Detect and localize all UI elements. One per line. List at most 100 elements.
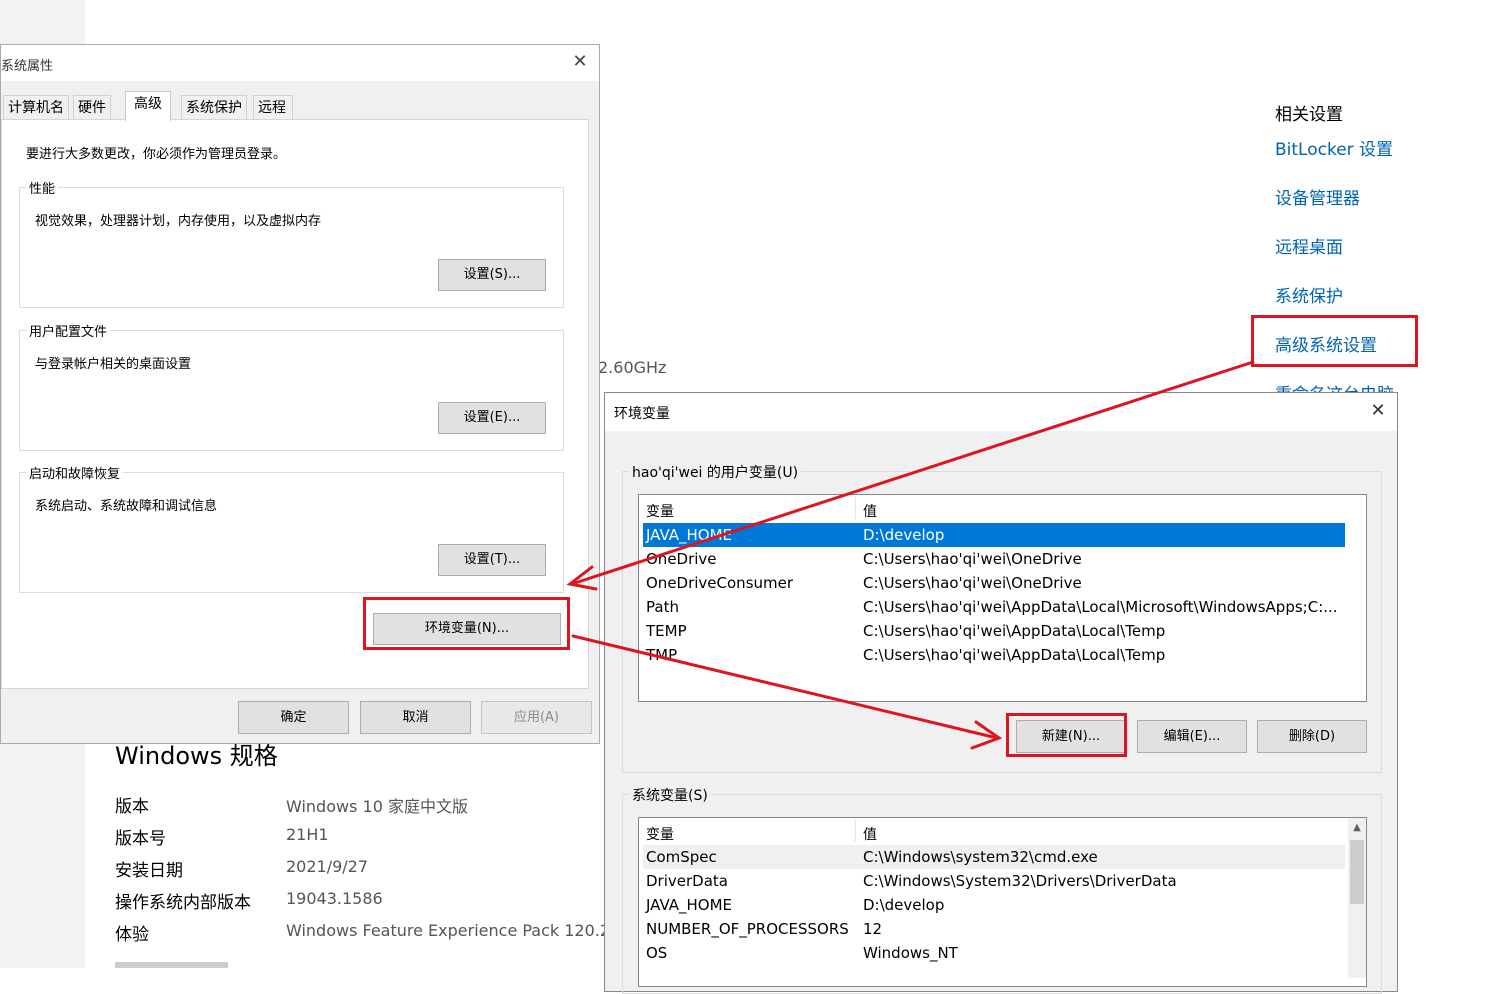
- user-profiles-group: 用户配置文件 与登录帐户相关的桌面设置 设置(E)...: [19, 321, 564, 451]
- spec-value-install-date: 2021/9/27: [286, 857, 369, 876]
- highlight-env-button: [363, 597, 570, 650]
- var-name: NUMBER_OF_PROCESSORS: [646, 920, 849, 938]
- performance-settings-button[interactable]: 设置(S)...: [438, 259, 546, 291]
- table-row[interactable]: NUMBER_OF_PROCESSORS 12: [643, 917, 1345, 941]
- column-header-value[interactable]: 值: [863, 501, 877, 521]
- spec-value-os-build: 19043.1586: [286, 889, 383, 908]
- startup-recovery-group: 启动和故障恢复 系统启动、系统故障和调试信息 设置(T)...: [19, 463, 564, 593]
- tab-system-protection[interactable]: 系统保护: [181, 95, 247, 120]
- var-value: C:\Users\hao'qi'wei\OneDrive: [863, 550, 1082, 568]
- edit-variable-button[interactable]: 编辑(E)...: [1137, 720, 1247, 753]
- table-row[interactable]: DriverData C:\Windows\System32\Drivers\D…: [643, 869, 1345, 893]
- var-value: C:\Users\hao'qi'wei\AppData\Local\Temp: [863, 646, 1166, 664]
- spec-value-version: 21H1: [286, 825, 329, 844]
- var-name: DriverData: [646, 872, 728, 890]
- var-value: C:\Windows\system32\cmd.exe: [863, 848, 1098, 866]
- related-settings-title: 相关设置: [1275, 105, 1343, 125]
- group-title: hao'qi'wei 的用户变量(U): [629, 462, 802, 482]
- link-device-manager[interactable]: 设备管理器: [1275, 184, 1360, 209]
- dialog-title: 系统属性: [1, 59, 54, 74]
- link-remote-desktop[interactable]: 远程桌面: [1275, 233, 1343, 258]
- spec-label-edition: 版本: [115, 797, 149, 817]
- environment-variables-dialog: 环境变量 ✕ hao'qi'wei 的用户变量(U) 变量 值 JAVA_HOM…: [604, 392, 1398, 994]
- table-row[interactable]: TEMP C:\Users\hao'qi'wei\AppData\Local\T…: [643, 619, 1345, 643]
- table-row[interactable]: JAVA_HOME D:\develop: [643, 893, 1345, 917]
- var-name: TEMP: [646, 622, 687, 640]
- var-name: OneDriveConsumer: [646, 574, 794, 592]
- var-name: JAVA_HOME: [646, 526, 733, 544]
- close-icon[interactable]: ✕: [1367, 400, 1389, 421]
- table-row[interactable]: JAVA_HOME D:\develop: [643, 523, 1345, 547]
- var-name: TMP: [646, 646, 678, 664]
- scroll-thumb[interactable]: [1350, 840, 1364, 904]
- list-header: 变量 值: [639, 495, 1366, 521]
- var-value: D:\develop: [863, 896, 945, 914]
- column-separator: [855, 497, 856, 519]
- title-bar: 系统属性 ✕: [1, 45, 599, 81]
- dialog-title: 环境变量: [614, 406, 670, 422]
- column-header-variable[interactable]: 变量: [646, 501, 674, 521]
- spec-label-os-build: 操作系统内部版本: [115, 893, 251, 913]
- copy-button-stub[interactable]: [115, 962, 228, 968]
- scroll-up-icon[interactable]: ▲: [1348, 818, 1366, 838]
- column-header-variable[interactable]: 变量: [646, 824, 674, 844]
- performance-group: 性能 视觉效果，处理器计划，内存使用，以及虚拟内存 设置(S)...: [19, 178, 564, 308]
- admin-note: 要进行大多数更改，你必须作为管理员登录。: [26, 147, 287, 162]
- user-variables-list[interactable]: 变量 值 JAVA_HOME D:\develop OneDrive C:\Us…: [638, 494, 1367, 702]
- var-value: C:\Users\hao'qi'wei\AppData\Local\Micros…: [863, 598, 1338, 616]
- group-description: 系统启动、系统故障和调试信息: [35, 499, 218, 514]
- group-title: 用户配置文件: [26, 321, 111, 340]
- close-icon[interactable]: ✕: [569, 51, 591, 72]
- group-title: 启动和故障恢复: [26, 463, 124, 482]
- spec-value-experience: Windows Feature Experience Pack 120.221: [286, 921, 631, 940]
- spec-label-experience: 体验: [115, 925, 149, 945]
- var-value: Windows_NT: [863, 944, 958, 962]
- column-header-value[interactable]: 值: [863, 824, 877, 844]
- var-name: OneDrive: [646, 550, 717, 568]
- table-row[interactable]: ComSpec C:\Windows\system32\cmd.exe: [643, 845, 1345, 869]
- column-separator: [855, 820, 856, 842]
- ok-button[interactable]: 确定: [238, 701, 349, 734]
- table-row[interactable]: OneDriveConsumer C:\Users\hao'qi'wei\One…: [643, 571, 1345, 595]
- group-description: 视觉效果，处理器计划，内存使用，以及虚拟内存: [35, 214, 322, 229]
- var-value: D:\develop: [863, 526, 945, 544]
- list-header: 变量 值: [639, 818, 1366, 844]
- title-bar: 环境变量 ✕: [605, 393, 1397, 431]
- tab-advanced[interactable]: 高级: [125, 91, 171, 121]
- delete-variable-button[interactable]: 删除(D): [1257, 720, 1367, 753]
- spec-label-version: 版本号: [115, 829, 166, 849]
- var-name: JAVA_HOME: [646, 896, 733, 914]
- var-name: OS: [646, 944, 668, 962]
- startup-recovery-settings-button[interactable]: 设置(T)...: [438, 544, 546, 576]
- system-variables-group: 系统变量(S) 变量 值 ComSpec C:\Windows\system32…: [622, 785, 1382, 994]
- link-bitlocker[interactable]: BitLocker 设置: [1275, 135, 1393, 160]
- group-title: 性能: [26, 178, 59, 197]
- var-value: C:\Users\hao'qi'wei\AppData\Local\Temp: [863, 622, 1166, 640]
- table-row[interactable]: TMP C:\Users\hao'qi'wei\AppData\Local\Te…: [643, 643, 1345, 667]
- table-row[interactable]: OS Windows_NT: [643, 941, 1345, 965]
- spec-label-install-date: 安装日期: [115, 861, 183, 881]
- processor-speed-text: 2.60GHz: [598, 358, 667, 377]
- highlight-advanced-settings: [1251, 315, 1418, 367]
- user-variables-group: hao'qi'wei 的用户变量(U) 变量 值 JAVA_HOME D:\de…: [622, 462, 1382, 773]
- tab-hardware[interactable]: 硬件: [73, 95, 111, 120]
- group-description: 与登录帐户相关的桌面设置: [35, 357, 192, 372]
- apply-button: 应用(A): [481, 701, 592, 734]
- var-value: C:\Windows\System32\Drivers\DriverData: [863, 872, 1177, 890]
- spec-value-edition: Windows 10 家庭中文版: [286, 797, 468, 816]
- var-name: ComSpec: [646, 848, 717, 866]
- cancel-button[interactable]: 取消: [360, 701, 471, 734]
- link-system-protection[interactable]: 系统保护: [1275, 282, 1343, 307]
- highlight-new-button: [1006, 713, 1127, 757]
- table-row[interactable]: Path C:\Users\hao'qi'wei\AppData\Local\M…: [643, 595, 1345, 619]
- var-value: C:\Users\hao'qi'wei\OneDrive: [863, 574, 1082, 592]
- vertical-scrollbar[interactable]: ▲: [1348, 818, 1366, 978]
- tab-remote[interactable]: 远程: [253, 95, 293, 120]
- system-variables-list[interactable]: 变量 值 ComSpec C:\Windows\system32\cmd.exe…: [638, 817, 1367, 987]
- var-value: 12: [863, 920, 883, 938]
- table-row[interactable]: OneDrive C:\Users\hao'qi'wei\OneDrive: [643, 547, 1345, 571]
- var-name: Path: [646, 598, 679, 616]
- user-profiles-settings-button[interactable]: 设置(E)...: [438, 402, 546, 434]
- tab-computer-name[interactable]: 计算机名: [3, 95, 69, 120]
- group-title: 系统变量(S): [629, 785, 711, 805]
